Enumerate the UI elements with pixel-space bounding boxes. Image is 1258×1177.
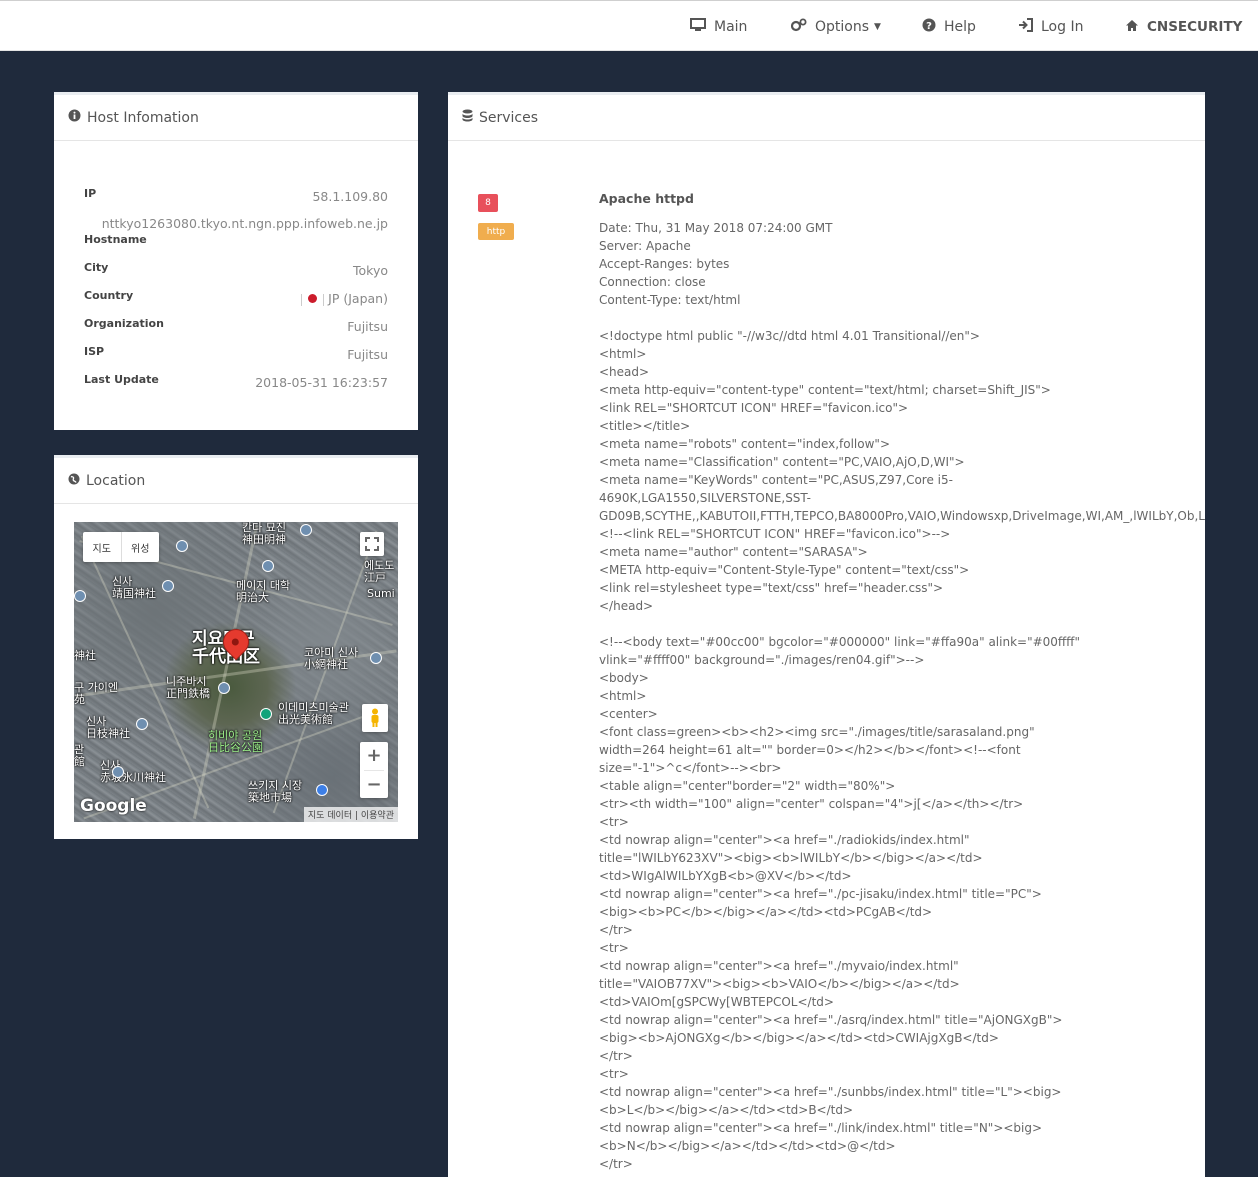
hostname-label: Hostname <box>84 233 147 246</box>
top-navbar: Main Options ▼ ? Help Log In CNSECURITY <box>0 0 1258 51</box>
street-view-pegman-icon[interactable] <box>362 704 388 732</box>
bridge-marker-icon <box>218 682 230 694</box>
isp-value: Fujitsu <box>347 347 388 362</box>
sign-in-icon <box>1018 18 1033 36</box>
nav-help[interactable]: ? Help <box>922 17 976 37</box>
museum-marker-icon <box>260 708 272 720</box>
svg-text:?: ? <box>926 21 932 32</box>
host-info-panel: Host Infomation IP 58.1.109.80 nttkyo126… <box>54 92 418 430</box>
host-info-header: Host Infomation <box>54 95 418 141</box>
organization-value: Fujitsu <box>347 319 388 334</box>
nav-brand-label: CNSECURITY <box>1147 19 1243 35</box>
school-marker-icon <box>262 560 274 572</box>
last-update-value: 2018-05-31 16:23:57 <box>255 375 388 390</box>
database-icon <box>462 109 473 126</box>
desktop-icon <box>690 18 706 36</box>
isp-label: ISP <box>84 345 105 358</box>
service-banner: Date: Thu, 31 May 2018 07:24:00 GMT Serv… <box>599 221 1205 1171</box>
shrine-marker-icon <box>370 652 382 664</box>
map-label-koami: 코아미 신사 小網神社 <box>304 646 359 671</box>
globe-icon <box>68 473 80 489</box>
host-info-title: Host Infomation <box>87 109 199 126</box>
last-update-label: Last Update <box>84 373 159 386</box>
info-circle-icon <box>68 109 81 126</box>
nav-help-label: Help <box>944 19 976 35</box>
map-attribution[interactable]: 지도 데이터 | 이용약관 <box>303 807 398 822</box>
services-title: Services <box>479 109 539 126</box>
shrine-marker-icon <box>300 524 312 536</box>
organization-label: Organization <box>84 317 164 330</box>
services-header: Services <box>448 95 1205 141</box>
country-label: Country <box>84 289 134 302</box>
market-marker-icon <box>316 784 328 796</box>
ip-value: 58.1.109.80 <box>312 189 388 204</box>
map-type-map[interactable]: 지도 <box>83 532 121 562</box>
google-logo: Google <box>80 796 147 816</box>
map-label-meiji: 메이지 대학 明治大 <box>236 579 291 604</box>
services-panel: Services 8 http Apache httpd Date: Thu, … <box>448 92 1205 1177</box>
ip-label: IP <box>84 187 97 200</box>
home-icon <box>1125 19 1139 36</box>
japan-flag-icon <box>308 294 318 303</box>
city-value: Tokyo <box>353 263 388 278</box>
zoom-in-button[interactable]: + <box>366 742 381 770</box>
nav-login[interactable]: Log In <box>1018 17 1083 37</box>
shrine-marker-icon <box>176 540 188 552</box>
location-panel: Location 칸다 묘진 神田明神 에도도 江戸 Sumi 신사 靖国神社 … <box>54 455 418 839</box>
map-label-gaien: 구 가이엔 苑 <box>74 681 118 706</box>
caret-down-icon: ▼ <box>874 22 881 32</box>
port-badge: 8 <box>478 194 498 212</box>
map-label-shrine-left: 神社 <box>74 649 96 662</box>
country-value: JP (Japan) <box>328 291 388 306</box>
nav-brand[interactable]: CNSECURITY <box>1125 17 1242 37</box>
map-label-edo: 에도도 江戸 <box>364 559 395 584</box>
zoom-control: + − <box>360 742 388 798</box>
nav-options-label: Options <box>815 19 870 35</box>
zoom-out-button[interactable]: − <box>364 769 384 799</box>
map-type-satellite[interactable]: 위성 <box>120 532 160 562</box>
question-circle-icon: ? <box>922 18 936 36</box>
shrine-marker-icon <box>112 766 124 778</box>
map-label-yasukuni: 신사 靖国神社 <box>112 575 156 600</box>
hostname-value: nttkyo1263080.tkyo.nt.ngn.ppp.infoweb.ne… <box>101 216 388 231</box>
map-label-hall: 관 館 <box>74 743 85 768</box>
gears-icon <box>790 18 807 36</box>
shrine-marker-icon <box>162 580 174 592</box>
location-header: Location <box>54 458 418 504</box>
protocol-badge: http <box>478 223 514 240</box>
map-label-sumi: Sumi <box>367 587 395 600</box>
map-label-kanda: 칸다 묘진 神田明神 <box>242 522 286 546</box>
country-value-wrap: JP (Japan) <box>301 291 388 306</box>
nav-main-label: Main <box>714 19 748 35</box>
map-label-nijubashi: 니주바시 正門鉄橋 <box>166 675 210 700</box>
map-label-akasaka: 신사 赤坂氷川神社 <box>100 759 166 784</box>
map-label-idemitsu: 이데미츠미술관 出光美術館 <box>278 701 349 726</box>
city-label: City <box>84 261 109 274</box>
map-type-toggle: 지도 위성 <box>83 532 159 562</box>
nav-options[interactable]: Options ▼ <box>790 17 881 37</box>
map-label-hie: 신사 日枝神社 <box>86 715 130 740</box>
service-product: Apache httpd <box>599 191 694 206</box>
fullscreen-icon[interactable] <box>360 532 384 556</box>
nav-main[interactable]: Main <box>690 17 747 37</box>
shrine-marker-icon <box>136 718 148 730</box>
location-title: Location <box>86 472 146 489</box>
map-view[interactable]: 칸다 묘진 神田明神 에도도 江戸 Sumi 신사 靖国神社 메이지 대학 明治… <box>74 522 398 822</box>
nav-login-label: Log In <box>1041 19 1084 35</box>
map-label-hibiya: 히비야 공원 日比谷公園 <box>208 729 263 754</box>
shrine-marker-icon <box>74 590 86 602</box>
map-label-tsukiji: 쓰키지 시장 築地市場 <box>248 779 303 804</box>
